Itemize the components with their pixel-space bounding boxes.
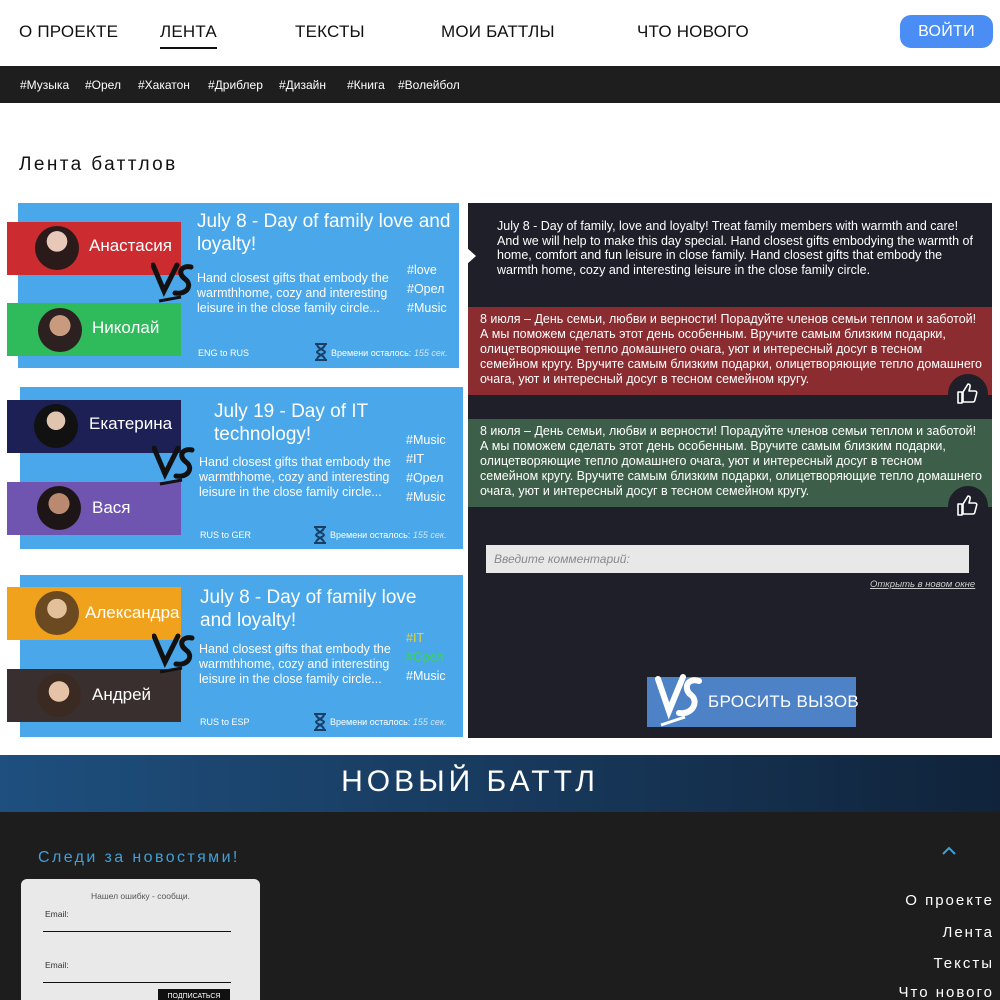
thumbs-up-icon [957, 495, 978, 516]
email-label: Email: [45, 960, 69, 970]
battle-title: July 8 - Day of family love and loyalty! [200, 587, 417, 631]
like-button[interactable] [948, 486, 988, 526]
language-pair: RUS to ESP [200, 717, 250, 727]
player-name: Александра [85, 603, 180, 622]
tag-orel[interactable]: #Орел [85, 78, 121, 92]
time-left: Времени осталось: 155 сек. [330, 530, 447, 540]
login-button[interactable]: ВОЙТИ [900, 15, 993, 48]
translation-green: 8 июля – День семьи, любви и верности! П… [468, 419, 992, 507]
nav-texts[interactable]: ТЕКСТЫ [295, 22, 365, 42]
time-left: Времени осталось: 155 сек. [331, 348, 448, 358]
battle-tag[interactable]: #IT [406, 629, 446, 648]
hourglass-icon [314, 713, 326, 731]
battle-tags: #IT #Орел #Music [406, 629, 446, 686]
battle-title: July 8 - Day of family love and loyalty! [197, 211, 451, 255]
vs-icon [151, 262, 194, 303]
time-left: Времени осталось: 155 сек. [330, 717, 447, 727]
banner-title: НОВЫЙ БАТТЛ [341, 765, 599, 798]
thumbs-up-icon [957, 383, 978, 404]
battle-tag[interactable]: #IT [406, 450, 446, 469]
new-battle-banner[interactable]: НОВЫЙ БАТТЛ [0, 755, 1000, 812]
battle-description: Hand closest gifts that embody the warmt… [199, 455, 391, 499]
tag-book[interactable]: #Книга [347, 78, 385, 92]
challenge-button[interactable]: БРОСИТЬ ВЫЗОВ [647, 674, 860, 727]
like-button[interactable] [948, 374, 988, 414]
panel-pointer [466, 247, 476, 265]
original-text: July 8 - Day of family, love and loyalty… [497, 219, 973, 277]
battle-tags: #love #Орел #Music [407, 261, 447, 318]
top-nav: О ПРОЕКТЕ ЛЕНТА ТЕКСТЫ МОИ БАТТЛЫ ЧТО НО… [0, 0, 1000, 66]
tag-bar: #Музыка #Орел #Хакатон #Дриблер #Дизайн … [0, 66, 1000, 103]
email-field[interactable] [43, 982, 231, 983]
footer-link-whats-new[interactable]: Что нового [899, 984, 994, 1000]
section-title: Лента баттлов [19, 154, 178, 175]
player-name: Анастасия [89, 236, 172, 255]
subscribe-button[interactable]: ПОДПИСАТЬСЯ [158, 989, 230, 1000]
avatar [35, 591, 79, 635]
avatar [34, 404, 78, 448]
battle-tag[interactable]: #Music [407, 299, 447, 318]
battle-tags: #Music #IT #Орел #Music [406, 431, 446, 507]
avatar [37, 486, 81, 530]
battle-tag[interactable]: #Music [406, 667, 446, 686]
nav-about[interactable]: О ПРОЕКТЕ [19, 22, 118, 42]
player-name: Вася [92, 498, 131, 517]
vs-icon [655, 674, 702, 727]
player-name: Андрей [92, 685, 152, 704]
footer-link-texts[interactable]: Тексты [933, 955, 994, 972]
battle-tag[interactable]: #Орел [406, 648, 446, 667]
open-new-window-link[interactable]: Открыть в новом окне [870, 579, 975, 590]
error-report-text: Нашел ошибку - сообщи. [90, 891, 190, 901]
avatar [37, 673, 81, 717]
vs-icon [152, 445, 195, 486]
email-field[interactable] [43, 931, 231, 932]
player-card[interactable]: Николай [7, 303, 181, 356]
hourglass-icon [314, 526, 326, 544]
tag-hackathon[interactable]: #Хакатон [138, 78, 190, 92]
footer-link-feed[interactable]: Лента [942, 924, 994, 941]
tag-design[interactable]: #Дизайн [279, 78, 326, 92]
tag-dribbler[interactable]: #Дриблер [208, 78, 263, 92]
player-name: Николай [92, 318, 160, 337]
battle-tag[interactable]: #Орел [407, 280, 447, 299]
subscribe-form: Нашел ошибку - сообщи. Email: Email: ПОД… [21, 879, 260, 1000]
translation-red: 8 июля – День семьи, любви и верности! П… [468, 307, 992, 395]
battle-description: Hand closest gifts that embody the warmt… [199, 642, 391, 686]
email-label: Email: [45, 909, 69, 919]
chevron-up-icon[interactable] [940, 844, 958, 858]
tag-volleyball[interactable]: #Волейбол [398, 78, 460, 92]
battle-tag[interactable]: #Орел [406, 469, 446, 488]
language-pair: ENG to RUS [198, 348, 250, 358]
nav-whats-new[interactable]: ЧТО НОВОГО [637, 22, 749, 42]
battle-tag[interactable]: #Music [406, 488, 446, 507]
nav-feed[interactable]: ЛЕНТА [160, 22, 217, 49]
footer: Следи за новостями! Нашел ошибку - сообщ… [0, 812, 1000, 1000]
tag-music[interactable]: #Музыка [20, 78, 69, 92]
nav-my-battles[interactable]: МОИ БАТТЛЫ [441, 22, 555, 42]
challenge-label: БРОСИТЬ ВЫЗОВ [708, 692, 860, 711]
follow-news-heading: Следи за новостями! [38, 849, 240, 866]
battle-tag[interactable]: #love [407, 261, 447, 280]
footer-link-about[interactable]: О проекте [905, 892, 994, 909]
vs-icon [152, 633, 195, 674]
comment-input[interactable] [486, 545, 969, 573]
language-pair: RUS to GER [200, 530, 252, 540]
battle-description: Hand closest gifts that embody the warmt… [197, 271, 389, 315]
battle-tag[interactable]: #Music [406, 431, 446, 450]
hourglass-icon [315, 343, 327, 361]
player-name: Екатерина [89, 414, 173, 433]
avatar [38, 308, 82, 352]
avatar [35, 226, 79, 270]
